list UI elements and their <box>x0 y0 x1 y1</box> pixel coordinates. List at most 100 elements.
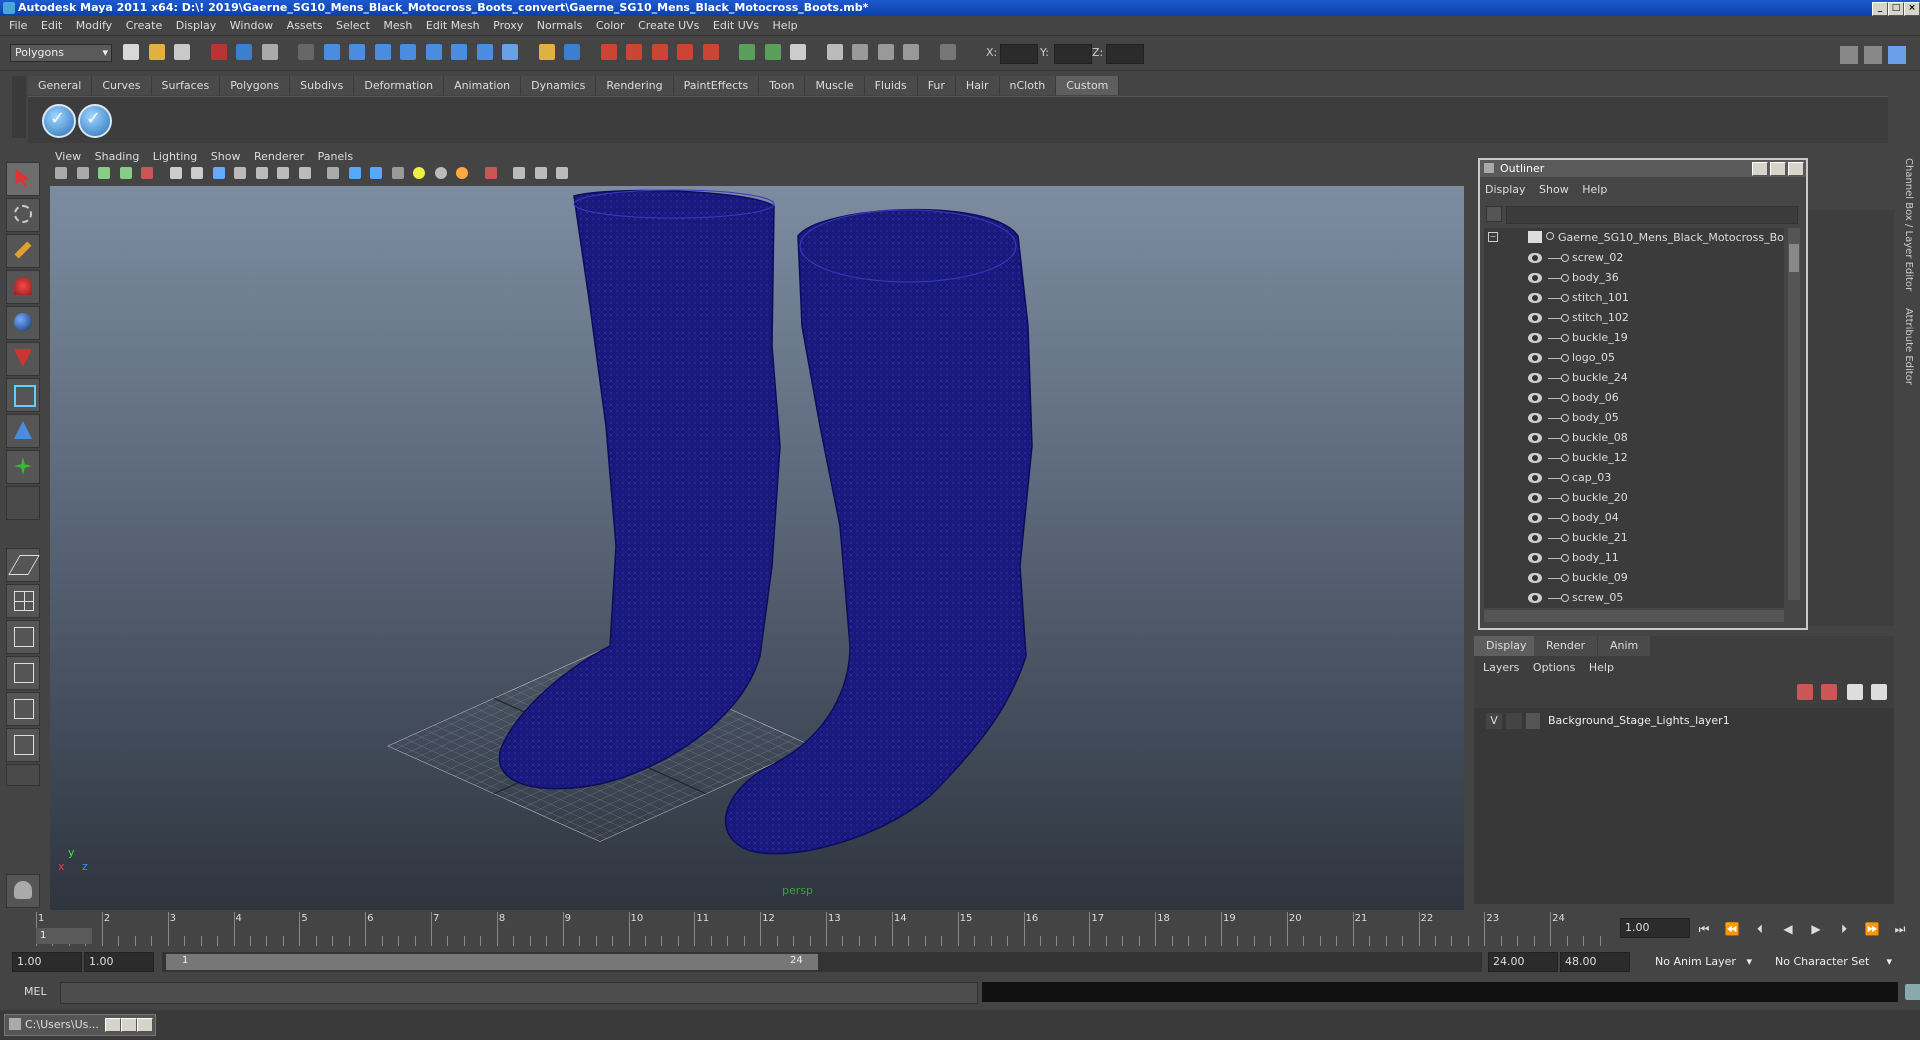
menu-color[interactable]: Color <box>591 16 630 35</box>
outliner-item[interactable]: buckle_08 <box>1484 428 1784 448</box>
layout-persp-graph[interactable] <box>6 656 40 690</box>
ipr-render-icon[interactable] <box>877 44 894 60</box>
select-handles-icon[interactable] <box>323 44 340 60</box>
snap-curve-icon[interactable] <box>626 44 642 60</box>
bookmark-icon[interactable] <box>98 167 110 179</box>
attribute-editor-toggle-icon[interactable] <box>1840 46 1858 64</box>
layer-menu-layers[interactable]: Layers <box>1478 658 1524 677</box>
tab-curves[interactable]: Curves <box>92 76 152 95</box>
tool-settings-toggle-icon[interactable] <box>1864 46 1882 64</box>
outliner-vertical-scrollbar[interactable] <box>1788 228 1800 600</box>
script-editor-icon[interactable] <box>1905 984 1920 1000</box>
filter-icon[interactable] <box>1486 206 1502 222</box>
shelf-check-button-1[interactable]: ✓ <box>42 104 76 138</box>
tab-painteffects[interactable]: PaintEffects <box>673 76 760 95</box>
outliner-item[interactable]: buckle_20 <box>1484 488 1784 508</box>
lock-selection-icon[interactable] <box>538 44 555 60</box>
outliner-item[interactable]: body_11 <box>1484 548 1784 568</box>
play-backwards-icon[interactable]: ◀ <box>1778 920 1798 938</box>
outliner-item[interactable]: body_36 <box>1484 268 1784 288</box>
playback-end-field[interactable]: 24.00 <box>1488 952 1558 972</box>
render-settings-icon[interactable] <box>903 44 919 60</box>
current-frame-marker[interactable]: 1 <box>36 928 92 944</box>
go-to-end-icon[interactable]: ⏭ <box>1890 920 1910 938</box>
wireframe-icon[interactable] <box>169 167 182 179</box>
menu-window[interactable]: Window <box>225 16 278 35</box>
outliner-item[interactable]: screw_05 <box>1484 588 1784 608</box>
new-scene-icon[interactable] <box>123 44 139 60</box>
outliner-item[interactable]: stitch_102 <box>1484 308 1784 328</box>
outliner-item[interactable]: cap_03 <box>1484 468 1784 488</box>
outliner-title-bar[interactable]: Outliner <box>1480 160 1806 177</box>
select-object-icon[interactable] <box>236 44 252 60</box>
highlight-selection-icon[interactable] <box>564 44 580 60</box>
high-quality-icon[interactable] <box>456 167 468 179</box>
lasso-tool[interactable] <box>6 198 40 232</box>
vp-menu-show[interactable]: Show <box>206 148 246 166</box>
tab-fur[interactable]: Fur <box>917 76 956 95</box>
tab-muscle[interactable]: Muscle <box>805 76 865 95</box>
tab-deformation[interactable]: Deformation <box>354 76 445 95</box>
anim-layer-dropdown[interactable]: No Anim Layer ▾ <box>1650 953 1756 971</box>
output-ops-icon[interactable] <box>764 44 781 60</box>
menu-edit[interactable]: Edit <box>36 16 67 35</box>
manipulator-tool[interactable] <box>6 378 40 412</box>
tab-ncloth[interactable]: nCloth <box>999 76 1057 95</box>
menu-create[interactable]: Create <box>121 16 168 35</box>
channel-box-tab[interactable]: Channel Box / Layer Editor <box>1903 158 1914 291</box>
layer-tab-display[interactable]: Display <box>1474 636 1539 656</box>
outliner-item[interactable]: screw_02 <box>1484 248 1784 268</box>
outliner-menu-help[interactable]: Help <box>1577 180 1612 199</box>
hotbox-tool[interactable] <box>6 874 40 908</box>
outliner-horizontal-scrollbar[interactable] <box>1484 610 1784 622</box>
layer-options-icon[interactable] <box>1847 684 1863 700</box>
current-time-field[interactable]: 1.00 <box>1620 918 1690 938</box>
taskbar-maximize-button[interactable] <box>121 1018 137 1032</box>
camera-select-icon[interactable] <box>55 167 67 179</box>
outliner-item[interactable]: buckle_24 <box>1484 368 1784 388</box>
input-ops-icon[interactable] <box>739 44 755 60</box>
outliner-search-input[interactable] <box>1506 206 1798 224</box>
outliner-item[interactable]: logo_05 <box>1484 348 1784 368</box>
layout-more[interactable] <box>6 764 40 786</box>
outliner-minimize-button[interactable] <box>1752 162 1768 176</box>
new-layer-selected-icon[interactable] <box>1821 684 1837 700</box>
tab-subdivs[interactable]: Subdivs <box>290 76 355 95</box>
outliner-item[interactable]: body_06 <box>1484 388 1784 408</box>
snap-grid-icon[interactable] <box>600 44 617 60</box>
y-field[interactable] <box>1054 44 1092 64</box>
rotate-tool[interactable] <box>6 306 40 340</box>
layer-tab-anim[interactable]: Anim <box>1598 636 1651 656</box>
camera-pan-icon[interactable] <box>556 167 568 179</box>
outliner-maximize-button[interactable] <box>1770 162 1786 176</box>
textured-icon[interactable] <box>277 167 289 179</box>
minimize-button[interactable]: _ <box>1872 2 1888 16</box>
layer-row[interactable]: V Background_Stage_Lights_layer1 <box>1478 712 1888 730</box>
outliner-item[interactable]: buckle_09 <box>1484 568 1784 588</box>
open-scene-icon[interactable] <box>148 44 165 60</box>
menuset-dropdown[interactable]: Polygons ▾ <box>10 44 112 62</box>
tab-general[interactable]: General <box>28 76 93 95</box>
vp-menu-view[interactable]: View <box>50 148 86 166</box>
outliner-item[interactable]: body_04 <box>1484 508 1784 528</box>
tab-rendering[interactable]: Rendering <box>596 76 674 95</box>
mask-icon[interactable] <box>298 44 314 60</box>
outliner-item[interactable]: stitch_101 <box>1484 288 1784 308</box>
menu-help[interactable]: Help <box>768 16 803 35</box>
outliner-menu-display[interactable]: Display <box>1480 180 1531 199</box>
attribute-editor-tab[interactable]: Attribute Editor <box>1903 308 1914 385</box>
tab-polygons[interactable]: Polygons <box>220 76 291 95</box>
image-plane-icon[interactable] <box>119 167 132 179</box>
soft-mod-tool[interactable] <box>6 414 40 448</box>
layer-sort-icon[interactable] <box>1871 684 1887 700</box>
render-view-icon[interactable] <box>826 44 843 60</box>
viewport-canvas[interactable]: y x z persp <box>50 186 1464 910</box>
step-forward-icon[interactable]: ⏩ <box>1862 920 1882 938</box>
channel-box-toggle-icon[interactable] <box>1888 46 1906 64</box>
last-tool-slot[interactable] <box>6 486 40 520</box>
shaded-cube-icon[interactable] <box>348 167 361 179</box>
select-dynamics-icon[interactable] <box>451 44 467 60</box>
vp-menu-renderer[interactable]: Renderer <box>249 148 309 166</box>
outliner-item[interactable]: buckle_19 <box>1484 328 1784 348</box>
shelf-check-button-2[interactable]: ✓ <box>78 104 112 138</box>
